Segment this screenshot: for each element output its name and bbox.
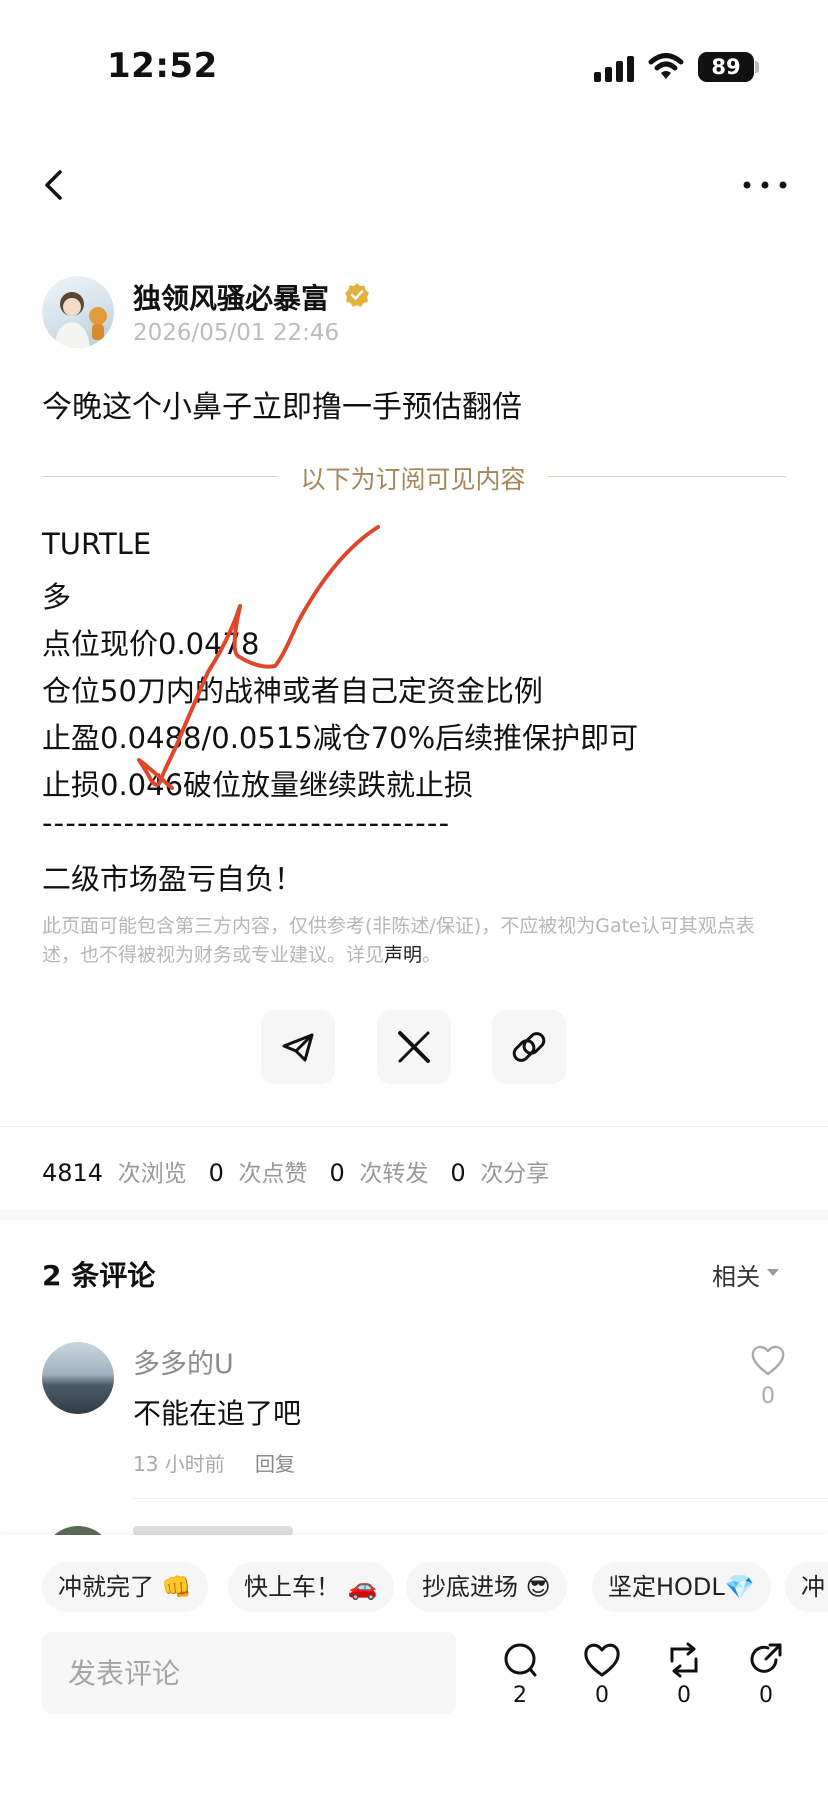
divider-line-left xyxy=(42,476,278,477)
comment-time: 13 小时前 xyxy=(133,1452,225,1476)
quick-reply-chip[interactable]: 抄底进场 😎 xyxy=(406,1562,567,1612)
back-button[interactable] xyxy=(36,160,76,210)
heart-icon xyxy=(584,1643,620,1677)
disclaimer-end: 。 xyxy=(422,944,442,966)
repost-action-button[interactable] xyxy=(664,1641,704,1679)
subscription-divider-label: 以下为订阅可见内容 xyxy=(300,465,526,494)
views-count: 4814 xyxy=(42,1159,104,1187)
battery-tip xyxy=(755,61,759,73)
comment-action-button[interactable] xyxy=(500,1641,540,1679)
quick-reply-chip[interactable]: 冲就完了 👊 xyxy=(42,1562,208,1612)
shares-label: 次分享 xyxy=(480,1161,550,1187)
repost-count: 0 xyxy=(677,1683,691,1708)
post-time: 2026/05/01 22:46 xyxy=(133,320,340,346)
verified-icon xyxy=(345,283,369,307)
likes-count: 0 xyxy=(208,1159,224,1187)
reposts-count: 0 xyxy=(329,1159,345,1187)
chevron-left-icon xyxy=(45,170,62,200)
more-icon xyxy=(743,181,787,189)
share-icon xyxy=(750,1643,782,1673)
x-icon xyxy=(398,1031,430,1063)
separator xyxy=(0,1126,828,1127)
battery-icon: 89 xyxy=(698,52,754,82)
post-stats: 4814 次浏览 0 次点赞 0 次转发 0 次分享 xyxy=(42,1154,549,1188)
content-line: 止盈0.0488/0.0515减仓70%后续推保护即可 xyxy=(42,721,639,755)
post-title: 今晚这个小鼻子立即撸一手预估翻倍 xyxy=(42,390,522,425)
quick-reply-chip[interactable]: 冲 xyxy=(785,1562,828,1612)
comment-like-count: 0 xyxy=(761,1384,775,1409)
comment-icon xyxy=(504,1643,537,1677)
like-action-button[interactable] xyxy=(582,1641,622,1679)
repost-icon xyxy=(670,1642,698,1678)
share-action-button[interactable] xyxy=(746,1641,786,1679)
content-line: 仓位50刀内的战神或者自己定资金比例 xyxy=(42,674,543,708)
author-avatar[interactable] xyxy=(42,276,114,348)
caret-down-icon[interactable] xyxy=(767,1269,779,1276)
comment-text: 不能在追了吧 xyxy=(133,1397,302,1430)
content-line: 二级市场盈亏自负！ xyxy=(42,862,304,896)
commenter-name[interactable]: 多多的U xyxy=(133,1342,234,1381)
more-button[interactable] xyxy=(740,160,790,210)
content-line: 止损0.046破位放量继续跌就止损 xyxy=(42,768,474,802)
share-count: 0 xyxy=(759,1683,773,1708)
content-line: 多 xyxy=(42,580,72,614)
comment-like-button[interactable] xyxy=(750,1343,786,1377)
link-icon xyxy=(512,1032,546,1062)
avatar-illustration xyxy=(54,292,107,348)
telegram-icon xyxy=(282,1033,314,1062)
heart-icon xyxy=(751,1345,785,1376)
content-line: TURTLE xyxy=(42,527,152,561)
status-time: 12:52 xyxy=(107,46,218,86)
like-count: 0 xyxy=(595,1683,609,1708)
author-name[interactable]: 独领风骚必暴富 xyxy=(133,277,329,317)
share-telegram-button[interactable] xyxy=(261,1010,335,1084)
views-label: 次浏览 xyxy=(117,1161,187,1187)
comment-count: 2 xyxy=(513,1683,527,1708)
disclaimer: 此页面可能包含第三方内容，仅供参考(非陈述/保证)，不应被视为Gate认可其观点… xyxy=(42,912,792,970)
sort-dropdown[interactable]: 相关 xyxy=(712,1257,760,1292)
shares-count: 0 xyxy=(450,1159,466,1187)
section-separator xyxy=(0,1210,828,1220)
quick-reply-chip[interactable]: 坚定HODL💎 xyxy=(592,1562,771,1612)
copy-link-button[interactable] xyxy=(492,1010,566,1084)
comments-title: 2 条评论 xyxy=(42,1259,156,1292)
reply-button[interactable]: 回复 xyxy=(255,1448,295,1477)
share-x-button[interactable] xyxy=(377,1010,451,1084)
likes-label: 次点赞 xyxy=(238,1161,308,1187)
content-line: 点位现价0.0478 xyxy=(42,627,260,661)
wifi-icon xyxy=(648,53,684,79)
content-dashes: ----------------------------------- xyxy=(42,806,451,840)
quick-reply-chip[interactable]: 快上车！ 🚗 xyxy=(228,1562,394,1612)
commenter-avatar[interactable] xyxy=(42,1342,114,1414)
comment-separator xyxy=(133,1498,828,1499)
divider-line-right xyxy=(548,476,786,477)
signal-icon xyxy=(594,56,634,82)
handwritten-checkmark-annotation xyxy=(137,525,380,790)
reposts-label: 次转发 xyxy=(359,1161,429,1187)
disclaimer-link[interactable]: 声明 xyxy=(384,944,422,966)
comment-input[interactable] xyxy=(42,1632,456,1714)
